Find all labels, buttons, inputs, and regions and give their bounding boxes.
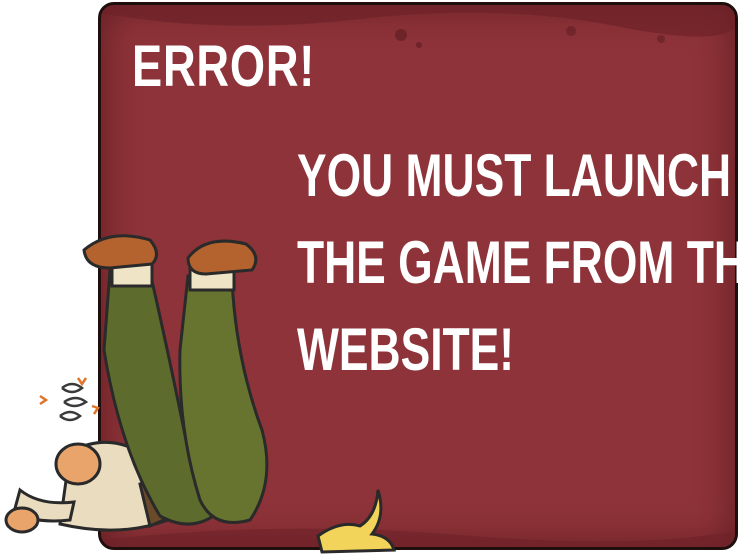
- message-line-1: YOU MUST LAUNCH: [297, 142, 732, 209]
- error-title: ERROR!: [132, 34, 316, 99]
- dizzy-swirl-icon: [39, 377, 100, 422]
- banana-peel-icon: [316, 489, 396, 554]
- fallen-explorer-icon: [4, 234, 396, 554]
